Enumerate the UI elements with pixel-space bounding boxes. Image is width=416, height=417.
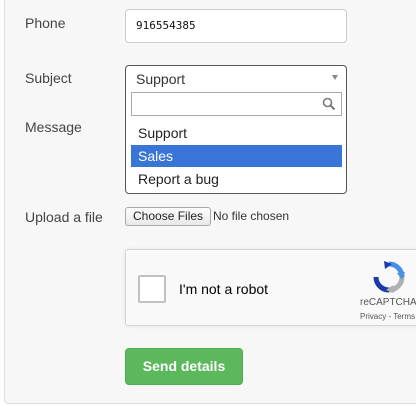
privacy-link[interactable]: Privacy bbox=[360, 312, 386, 321]
upload-label: Upload a file bbox=[25, 209, 103, 225]
search-icon bbox=[322, 97, 336, 111]
captcha-links: Privacy - Terms bbox=[360, 312, 415, 321]
recaptcha-logo-icon bbox=[373, 261, 405, 293]
captcha-label: I'm not a robot bbox=[179, 281, 269, 297]
subject-selected-value: Support bbox=[136, 71, 186, 87]
choose-files-button[interactable]: Choose Files bbox=[125, 207, 212, 226]
subject-option-support[interactable]: Support bbox=[131, 122, 342, 144]
subject-option-sales[interactable]: Sales bbox=[131, 145, 342, 167]
recaptcha-widget: I'm not a robot reCAPTCHA Privacy - Term… bbox=[125, 249, 416, 326]
subject-select[interactable]: Support Support Sales Report a bug bbox=[125, 65, 347, 194]
send-details-button[interactable]: Send details bbox=[125, 348, 243, 385]
form-panel bbox=[4, 0, 416, 404]
message-label: Message bbox=[25, 119, 82, 135]
recaptcha-brand: reCAPTCHA bbox=[360, 297, 416, 308]
phone-label: Phone bbox=[25, 15, 66, 31]
subject-search-input[interactable] bbox=[131, 92, 342, 116]
subject-label: Subject bbox=[25, 70, 72, 86]
captcha-checkbox[interactable] bbox=[138, 275, 166, 303]
subject-option-report-a-bug[interactable]: Report a bug bbox=[131, 168, 342, 190]
phone-input[interactable]: 916554385 bbox=[125, 9, 347, 43]
link-separator: - bbox=[388, 312, 392, 321]
terms-link[interactable]: Terms bbox=[393, 312, 415, 321]
chevron-down-icon[interactable] bbox=[332, 75, 338, 80]
file-status: No file chosen bbox=[213, 209, 290, 223]
